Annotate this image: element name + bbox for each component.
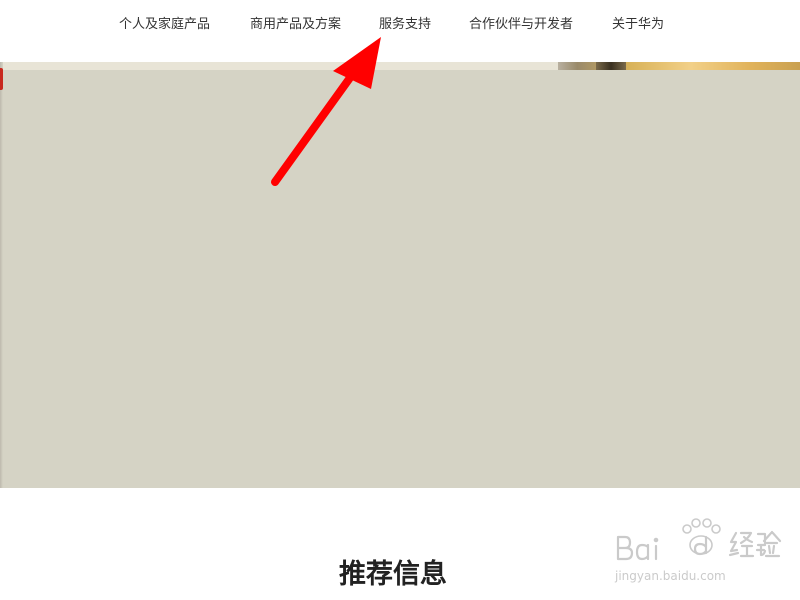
- top-nav: 个人及家庭产品 商用产品及方案 服务支持 合作伙伴与开发者 关于华为: [0, 0, 800, 50]
- nav-item-partners-developers[interactable]: 合作伙伴与开发者: [469, 16, 573, 34]
- nav-item-about-huawei[interactable]: 关于华为: [612, 16, 664, 34]
- hero-dark-ring: [596, 62, 626, 70]
- svg-text:jingyan.baidu.com: jingyan.baidu.com: [614, 569, 726, 583]
- nav-item-business-products[interactable]: 商用产品及方案: [250, 16, 341, 34]
- hero-left-accent: [0, 68, 3, 90]
- baidu-jingyan-watermark-icon: jingyan.baidu.com: [614, 518, 782, 583]
- nav-item-personal-home-products[interactable]: 个人及家庭产品: [119, 16, 210, 34]
- page: 个人及家庭产品 商用产品及方案 服务支持 合作伙伴与开发者 关于华为 推荐信息: [0, 0, 800, 600]
- hero-banner[interactable]: [0, 62, 800, 488]
- nav-item-service-support[interactable]: 服务支持: [379, 16, 431, 34]
- hero-left-edge: [0, 62, 3, 488]
- hero-gold-corner: [558, 62, 800, 70]
